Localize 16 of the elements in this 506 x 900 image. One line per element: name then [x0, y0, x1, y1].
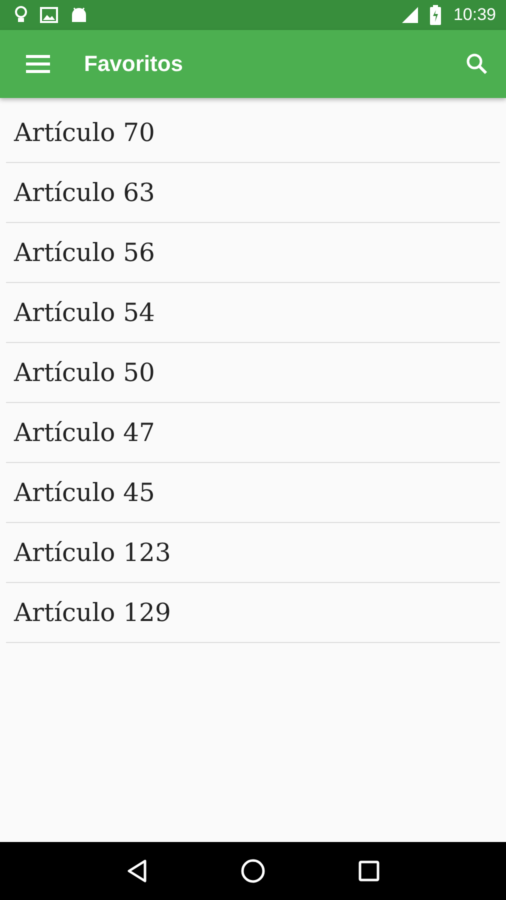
android-icon [70, 6, 88, 24]
clock: 10:39 [453, 5, 496, 25]
list-item[interactable]: Artículo 123 [6, 523, 500, 583]
list-item[interactable]: Artículo 129 [6, 583, 500, 643]
list-item[interactable]: Artículo 45 [6, 463, 500, 523]
list-item[interactable]: Artículo 63 [6, 163, 500, 223]
list-item[interactable]: Artículo 54 [6, 283, 500, 343]
signal-icon [402, 7, 418, 23]
app-bar-title: Favoritos [84, 51, 184, 77]
lightbulb-icon [14, 6, 28, 24]
list-item[interactable]: Artículo 70 [6, 103, 500, 163]
list-item[interactable]: Artículo 47 [6, 403, 500, 463]
image-icon [40, 7, 58, 23]
battery-icon [430, 5, 442, 25]
list-item[interactable]: Artículo 50 [6, 343, 500, 403]
list-item[interactable]: Artículo 56 [6, 223, 500, 283]
